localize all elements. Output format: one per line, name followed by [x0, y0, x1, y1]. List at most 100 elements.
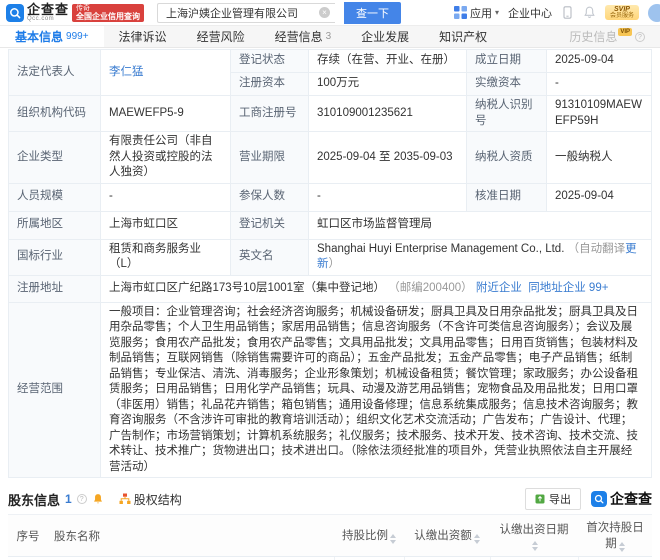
qcc-watermark-icon	[591, 491, 607, 507]
field-label: 人员规模	[9, 183, 101, 211]
field-label: 所属地区	[9, 211, 101, 239]
field-value: -	[547, 73, 652, 96]
field-label: 法定代表人	[9, 50, 101, 96]
col-seq: 序号	[8, 515, 48, 557]
business-scope: 一般项目：企业管理咨询；社会经济咨询服务；机械设备研发；厨具卫具及日用杂品批发；…	[101, 302, 652, 478]
tab-basic-info-count: 999+	[66, 26, 89, 48]
field-value: 上海市虹口区	[101, 211, 231, 239]
field-label: 登记机关	[231, 211, 309, 239]
address-value: 上海市虹口区广纪路173号10层1001室（集中登记地）	[109, 282, 385, 294]
postcode: （邮编200400）	[388, 282, 472, 294]
field-label: 注册资本	[231, 73, 309, 96]
qcc-logo-icon	[6, 4, 24, 22]
search-input[interactable]	[157, 3, 335, 23]
field-label: 组织机构代码	[9, 96, 101, 132]
tab-operations[interactable]: 经营信息3	[260, 26, 347, 47]
field-label: 企业类型	[9, 132, 101, 184]
shareholders-count: 1	[65, 492, 72, 506]
field-value: 虹口区市场监督管理局	[309, 211, 652, 239]
search-button[interactable]: 查一下	[344, 2, 401, 24]
field-value: 100万元	[309, 73, 467, 96]
shareholders-title: 股东信息	[8, 490, 60, 509]
english-name-cell: Shanghai Huyi Enterprise Management Co.,…	[309, 239, 652, 275]
tab-basic-info-label: 基本信息	[15, 26, 63, 48]
org-chart-icon	[119, 493, 131, 505]
same-address-link[interactable]: 同地址企业 99+	[528, 282, 608, 294]
sort-icon	[532, 541, 538, 551]
col-firstdate-sort[interactable]: 首次持股日期	[578, 515, 652, 557]
field-value: -	[101, 183, 231, 211]
monitor-bell-icon[interactable]	[92, 493, 104, 505]
chevron-down-icon: ▾	[495, 8, 499, 17]
apps-grid-icon	[454, 6, 467, 19]
basic-info-table: 法定代表人 李仁猛 登记状态 存续（在营、开业、在册） 成立日期 2025-09…	[8, 49, 652, 478]
field-label: 工商注册号	[231, 96, 309, 132]
vip-tag: VIP	[618, 28, 632, 36]
qcc-logo[interactable]: 企查查 Qcc.com 传奇 全国企业信用查询	[6, 3, 144, 22]
shareholders-table: 序号 股东名称 持股比例 认缴出资额 认缴出资日期 首次持股日期 1 - 上海 …	[8, 514, 652, 560]
tab-history[interactable]: 历史信息 VIP ?	[554, 26, 660, 47]
shareholders-header: 股东信息 1 ? 股权结构 导出 企查查	[8, 487, 652, 511]
field-label: 登记状态	[231, 50, 309, 73]
apps-label: 应用	[470, 5, 492, 21]
field-value: 有限责任公司（非自然人投资或控股的法人独资）	[101, 132, 231, 184]
col-name: 股东名称	[48, 515, 334, 557]
field-value: 2025-09-04	[547, 50, 652, 73]
credit-query-badge: 传奇 全国企业信用查询	[72, 4, 144, 22]
top-header: 企查查 Qcc.com 传奇 全国企业信用查询 × 查一下 应用 ▾ 企业中心 …	[0, 0, 660, 26]
field-value: 一般纳税人	[547, 132, 652, 184]
sort-icon	[619, 542, 625, 552]
field-label: 营业期限	[231, 132, 309, 184]
export-button[interactable]: 导出	[525, 488, 581, 510]
svip-badge[interactable]: SVIP 会员服务	[605, 5, 639, 20]
field-label: 成立日期	[467, 50, 547, 73]
tab-development[interactable]: 企业发展	[346, 26, 424, 47]
col-subdate-sort[interactable]: 认缴出资日期	[490, 515, 578, 557]
user-avatar[interactable]	[648, 4, 660, 22]
section-tabbar: 基本信息 999+ 法律诉讼 经营风险 经营信息3 企业发展 知识产权 历史信息…	[0, 26, 660, 48]
field-label: 注册地址	[9, 275, 101, 302]
field-label: 纳税人识别号	[467, 96, 547, 132]
field-value: 310109001235621	[309, 96, 467, 132]
field-value: 租赁和商务服务业（L）	[101, 239, 231, 275]
field-label: 实缴资本	[467, 73, 547, 96]
col-amount-sort[interactable]: 认缴出资额	[404, 515, 490, 557]
field-label: 经营范围	[9, 302, 101, 478]
equity-structure-link[interactable]: 股权结构	[119, 491, 182, 508]
export-icon	[535, 494, 545, 504]
apps-menu[interactable]: 应用 ▾	[454, 5, 499, 21]
sort-icon	[390, 534, 396, 544]
field-label: 国标行业	[9, 239, 101, 275]
english-name: Shanghai Huyi Enterprise Management Co.,…	[317, 243, 564, 255]
tab-ip[interactable]: 知识产权	[424, 26, 502, 47]
field-label: 参保人数	[231, 183, 309, 211]
enterprise-center-link[interactable]: 企业中心	[508, 5, 552, 21]
field-value: 2025-09-04 至 2035-09-03	[309, 132, 467, 184]
qcc-watermark: 企查查	[591, 489, 652, 509]
tab-legal[interactable]: 法律诉讼	[104, 26, 182, 47]
tab-basic-info[interactable]: 基本信息 999+	[0, 26, 104, 47]
field-label: 英文名	[231, 239, 309, 275]
tab-risk[interactable]: 经营风险	[182, 26, 260, 47]
address-cell: 上海市虹口区广纪路173号10层1001室（集中登记地） （邮编200400） …	[101, 275, 652, 302]
field-value: 2025-09-04	[547, 183, 652, 211]
sort-icon	[474, 534, 480, 544]
field-value: 存续（在营、开业、在册）	[309, 50, 467, 73]
field-value: -	[309, 183, 467, 211]
col-ratio-sort[interactable]: 持股比例	[334, 515, 404, 557]
field-value: MAEWEFP5-9	[101, 96, 231, 132]
field-label: 核准日期	[467, 183, 547, 211]
field-label: 纳税人资质	[467, 132, 547, 184]
qcc-logo-text: 企查查 Qcc.com	[27, 3, 69, 22]
notifications-bell-icon[interactable]	[583, 6, 596, 19]
field-value: 91310109MAEWEFP59H	[547, 96, 652, 132]
nearby-companies-link[interactable]: 附近企业	[476, 282, 522, 294]
header-right-nav: 应用 ▾ 企业中心 SVIP 会员服务	[454, 4, 656, 22]
mobile-app-icon[interactable]	[561, 6, 574, 19]
legal-rep-cell: 李仁猛	[101, 50, 231, 96]
history-info-icon[interactable]: ?	[635, 32, 645, 42]
clear-search-icon[interactable]: ×	[319, 7, 330, 18]
search-box: × 查一下	[157, 2, 401, 24]
shareholders-info-icon[interactable]: ?	[77, 494, 87, 504]
legal-rep-link[interactable]: 李仁猛	[109, 66, 144, 78]
